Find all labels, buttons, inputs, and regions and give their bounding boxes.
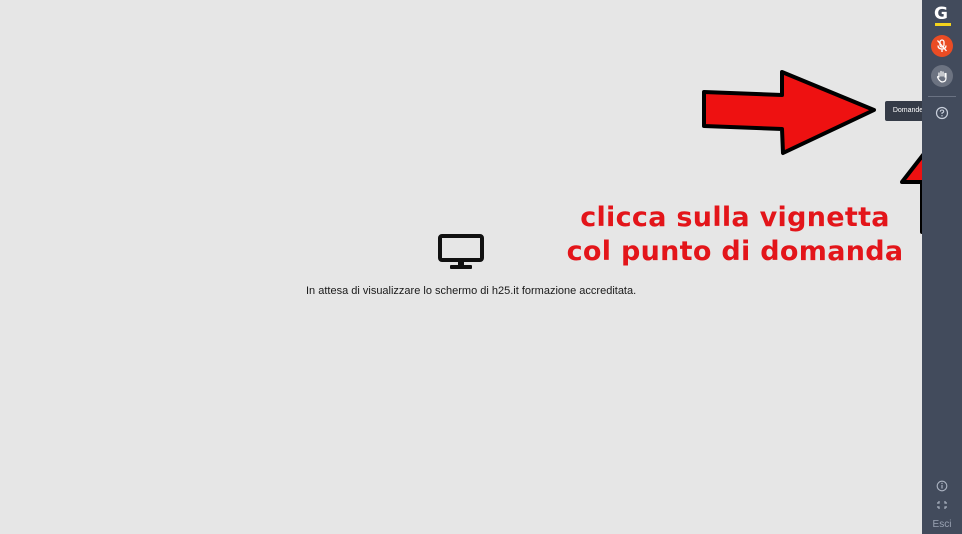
annotation-line-2: col punto di domanda xyxy=(566,236,904,267)
instruction-annotation: clicca sulla vignetta col punto di doman… xyxy=(560,201,910,269)
question-bubble-icon xyxy=(935,106,949,120)
annotation-line-1: clicca sulla vignetta xyxy=(580,202,890,233)
info-icon xyxy=(936,480,948,492)
questions-button[interactable] xyxy=(935,106,949,120)
screen-share-area: In attesa di visualizzare lo schermo di … xyxy=(0,0,922,534)
monitor-icon xyxy=(438,234,484,269)
microphone-muted-icon xyxy=(937,39,947,52)
app-logo: G xyxy=(932,5,952,27)
sidebar-divider xyxy=(928,96,956,97)
info-button[interactable] xyxy=(936,479,948,492)
fullscreen-icon xyxy=(937,501,947,509)
sidebar: G Esci xyxy=(922,0,962,534)
microphone-button[interactable] xyxy=(931,35,953,57)
logo-letter: G xyxy=(934,4,948,24)
fullscreen-button[interactable] xyxy=(936,498,948,510)
raise-hand-icon xyxy=(936,70,947,83)
raise-hand-button[interactable] xyxy=(931,65,953,87)
exit-button[interactable]: Esci xyxy=(922,519,962,530)
waiting-message: In attesa di visualizzare lo schermo di … xyxy=(306,285,637,297)
